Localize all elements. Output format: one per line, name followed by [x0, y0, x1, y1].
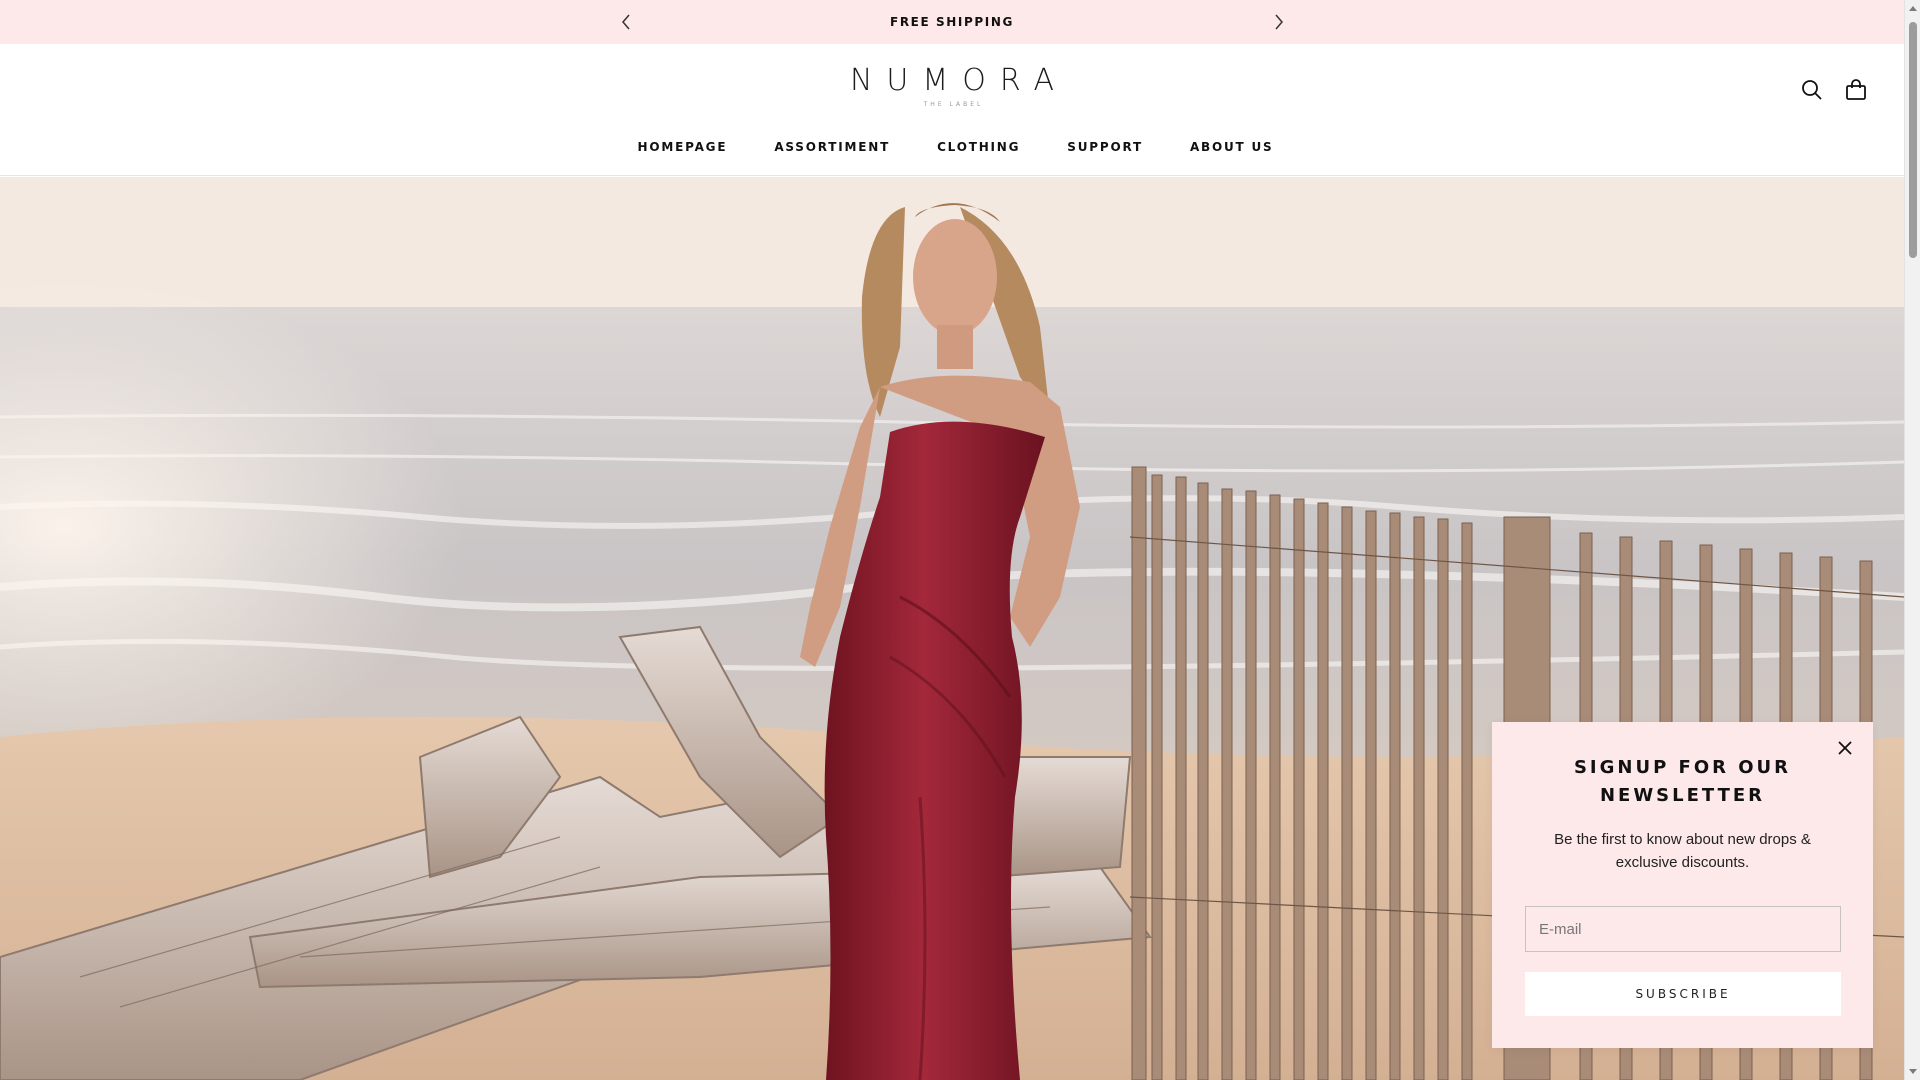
- newsletter-popup: SIGNUP FOR OUR NEWSLETTER Be the first t…: [1492, 722, 1873, 1048]
- brand-logo[interactable]: NUMORA THE LABEL: [0, 64, 1904, 108]
- chevron-left-icon: [622, 14, 630, 30]
- header-actions: [1800, 78, 1868, 102]
- chevron-right-icon: [1275, 14, 1283, 30]
- page-scrollbar[interactable]: [1904, 0, 1920, 1080]
- scroll-up-arrow[interactable]: [1909, 6, 1917, 11]
- email-field[interactable]: [1525, 906, 1841, 952]
- search-button[interactable]: [1800, 78, 1824, 102]
- nav-assortiment[interactable]: ASSORTIMENT: [767, 140, 890, 154]
- main-nav: HOMEPAGE ASSORTIMENT CLOTHING SUPPORT AB…: [0, 140, 1904, 154]
- subscribe-button[interactable]: SUBSCRIBE: [1525, 972, 1841, 1016]
- site-header: NUMORA THE LABEL HOMEPAGE ASSORTIMENT CL…: [0, 44, 1904, 176]
- cart-button[interactable]: [1844, 78, 1868, 102]
- nav-support[interactable]: SUPPORT: [1060, 140, 1143, 154]
- shopping-bag-icon: [1846, 79, 1866, 100]
- nav-homepage[interactable]: HOMEPAGE: [631, 140, 728, 154]
- search-icon: [1802, 80, 1822, 100]
- newsletter-title: SIGNUP FOR OUR NEWSLETTER: [1573, 757, 1792, 806]
- nav-clothing[interactable]: CLOTHING: [930, 140, 1020, 154]
- newsletter-close-button[interactable]: [1833, 736, 1857, 760]
- scroll-down-arrow[interactable]: [1909, 1069, 1917, 1074]
- announcement-prev-button[interactable]: [615, 11, 637, 33]
- nav-about-us[interactable]: ABOUT US: [1183, 140, 1274, 154]
- scrollbar-thumb[interactable]: [1909, 22, 1917, 258]
- announcement-message: FREE SHIPPING: [890, 15, 1014, 29]
- announcement-next-button[interactable]: [1268, 11, 1290, 33]
- announcement-bar: FREE SHIPPING: [0, 0, 1904, 44]
- newsletter-description: Be the first to know about new drops & e…: [1554, 831, 1811, 871]
- brand-name: NUMORA: [849, 63, 1069, 98]
- close-icon: [1838, 741, 1852, 755]
- brand-subtitle: THE LABEL: [923, 101, 984, 108]
